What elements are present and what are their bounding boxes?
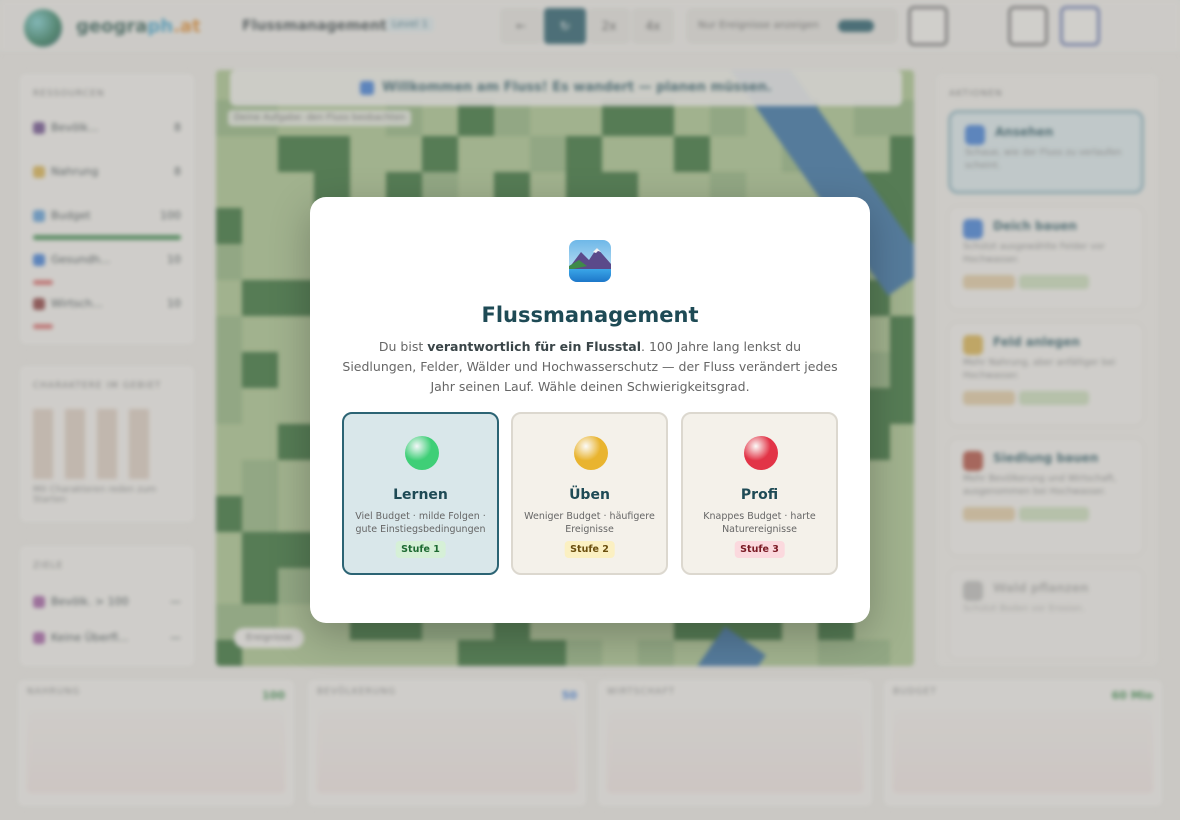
dialog-description: Du bist verantwortlich für ein Flusstal.… xyxy=(342,339,838,394)
level-description: Knappes Budget · harte Naturereignisse xyxy=(703,511,816,535)
level-option-lernen[interactable]: Lernen Viel Budget · milde Folgen · gute… xyxy=(342,412,499,575)
yellow-orb-icon xyxy=(574,436,608,470)
level-option-profi[interactable]: Profi Knappes Budget · harte Naturereign… xyxy=(681,412,838,575)
red-orb-icon xyxy=(744,436,778,470)
level-name: Üben xyxy=(569,487,610,503)
mountain-lake-icon xyxy=(569,240,611,282)
level-description: Weniger Budget · häufigere Ereignisse xyxy=(524,511,655,535)
green-orb-icon xyxy=(405,436,439,470)
level-tag: Stufe 1 xyxy=(395,541,446,558)
level-tag: Stufe 3 xyxy=(734,541,785,558)
level-name: Profi xyxy=(740,487,779,503)
dialog-title: Flussmanagement xyxy=(481,303,699,327)
difficulty-dialog: Flussmanagement Du bist verantwortlich f… xyxy=(310,197,870,623)
level-description: Viel Budget · milde Folgen · gute Einsti… xyxy=(355,511,486,535)
level-tag: Stufe 2 xyxy=(564,541,615,558)
level-name: Lernen xyxy=(393,487,448,503)
level-option-ueben[interactable]: Üben Weniger Budget · häufigere Ereignis… xyxy=(511,412,668,575)
